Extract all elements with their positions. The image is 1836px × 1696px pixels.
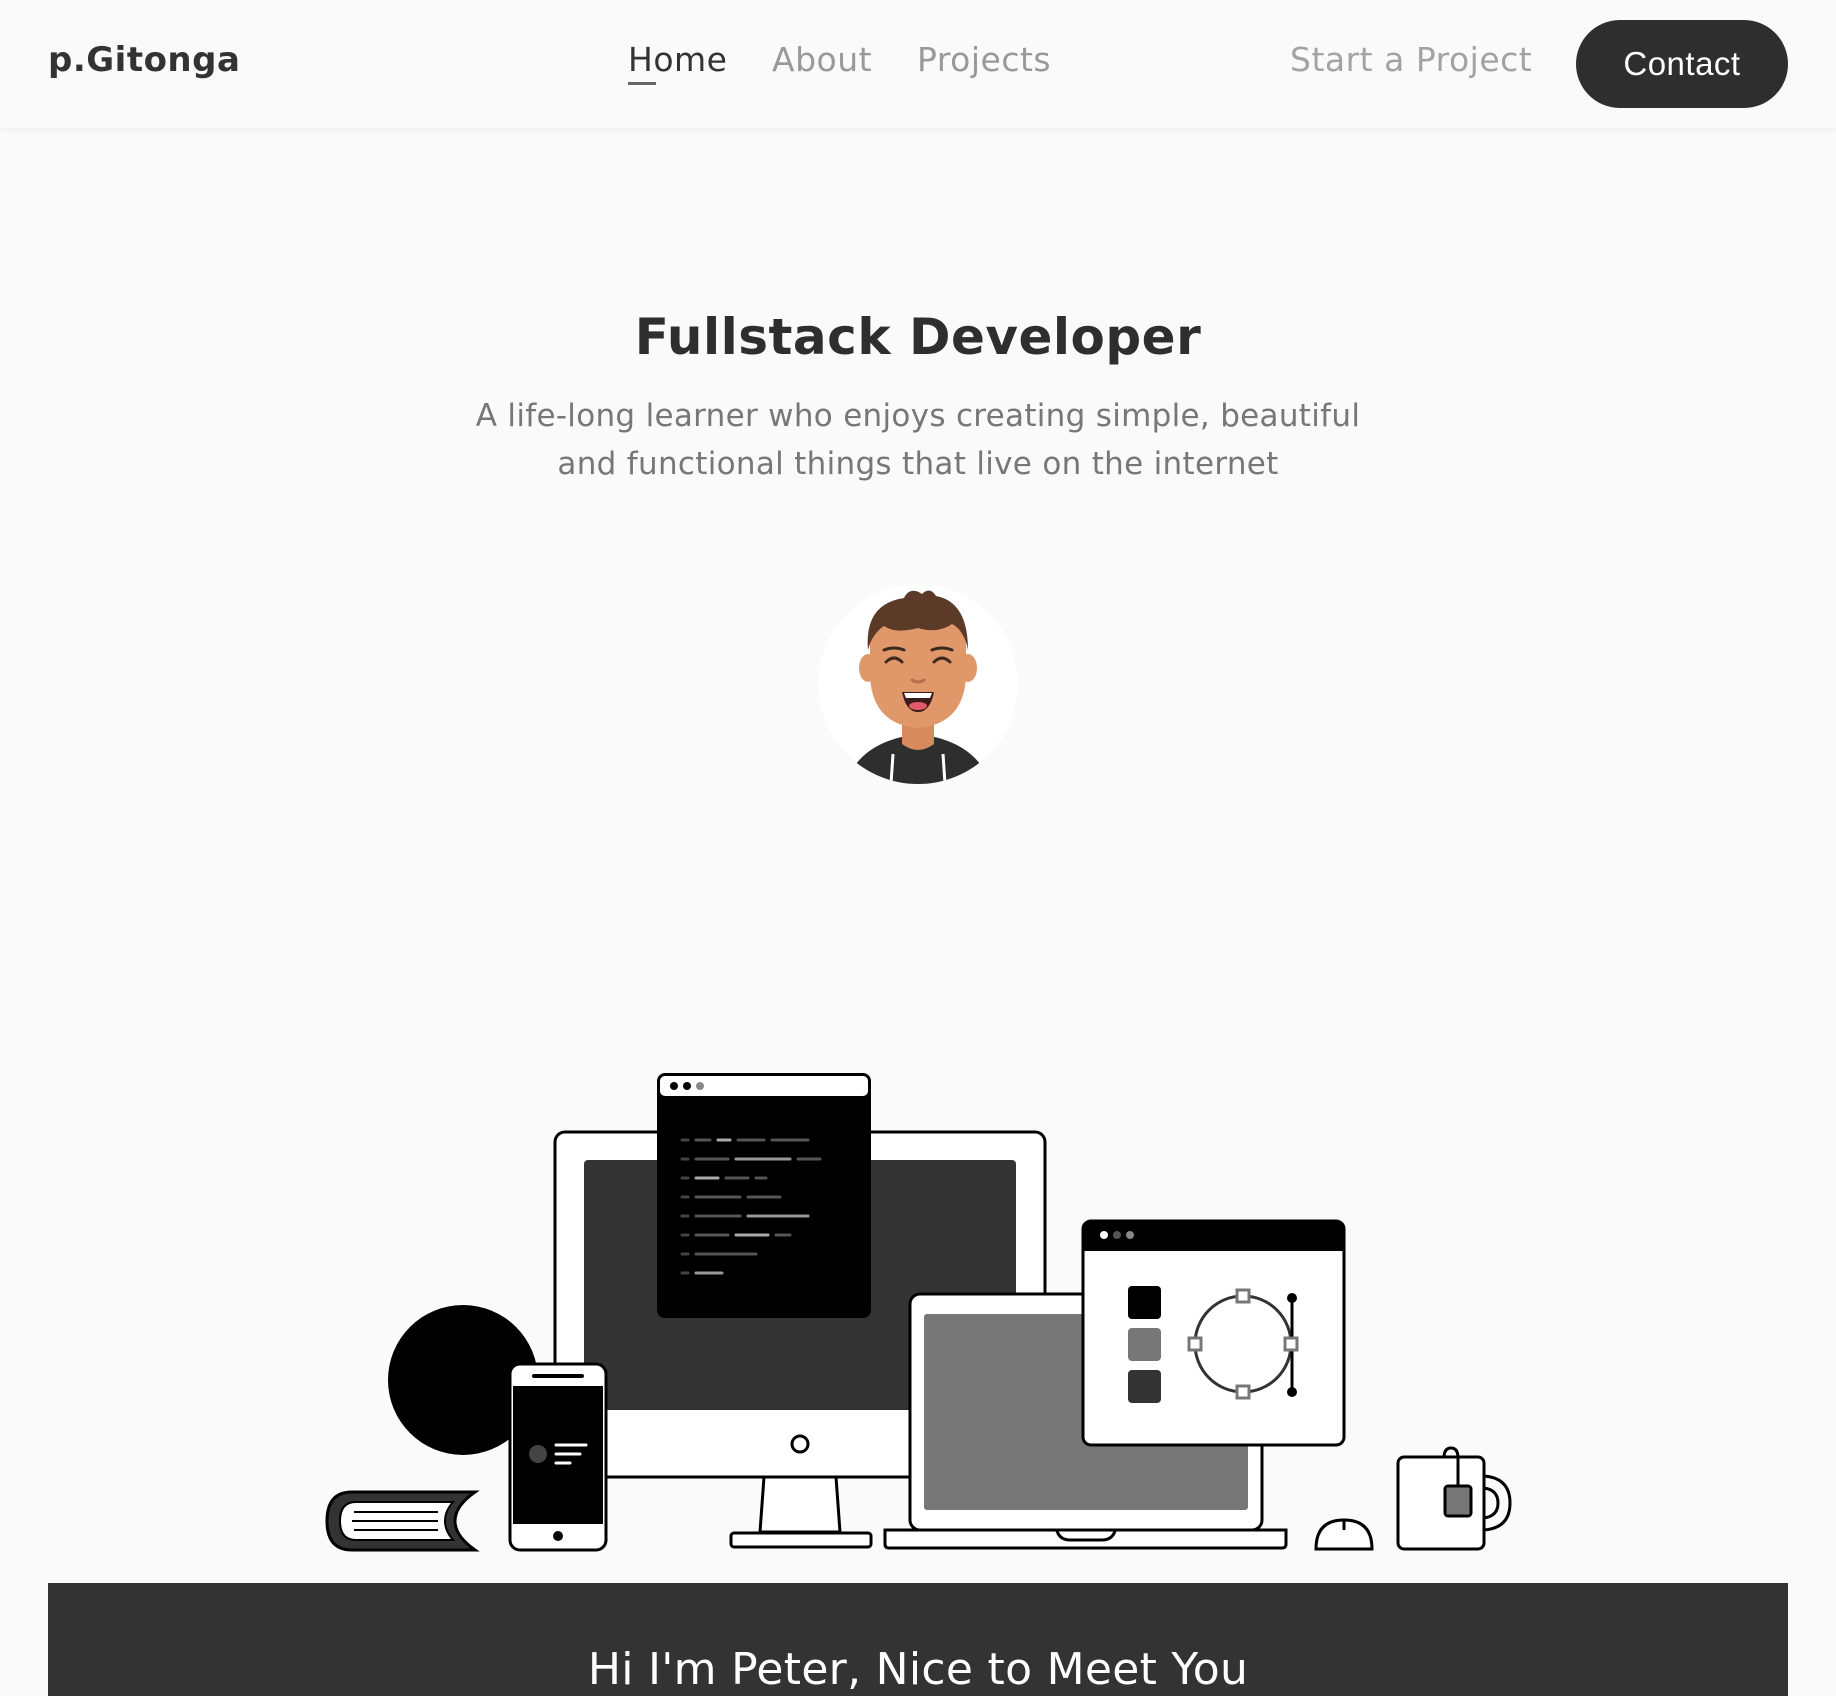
contact-button[interactable]: Contact (1576, 20, 1788, 108)
nav-about[interactable]: About (772, 40, 872, 79)
avatar-icon (818, 584, 1018, 784)
hero-subtitle: A life-long learner who enjoys creating … (418, 392, 1418, 488)
nav-active-indicator (628, 82, 656, 85)
site-logo[interactable]: p.Gitonga (48, 40, 240, 80)
nav-home[interactable]: Home (628, 40, 727, 79)
hero-title: Fullstack Developer (634, 308, 1202, 366)
nav-projects[interactable]: Projects (917, 40, 1051, 79)
about-heading: Hi I'm Peter, Nice to Meet You (587, 1644, 1249, 1695)
hero-subtitle-line-2: and functional things that live on the i… (557, 446, 1279, 482)
top-navbar: p.Gitonga Home About Projects Start a Pr… (0, 0, 1836, 128)
start-project-link[interactable]: Start a Project (1290, 40, 1532, 79)
hero-subtitle-line-1: A life-long learner who enjoys creating … (475, 398, 1361, 434)
workspace-illustration (325, 1073, 1512, 1552)
